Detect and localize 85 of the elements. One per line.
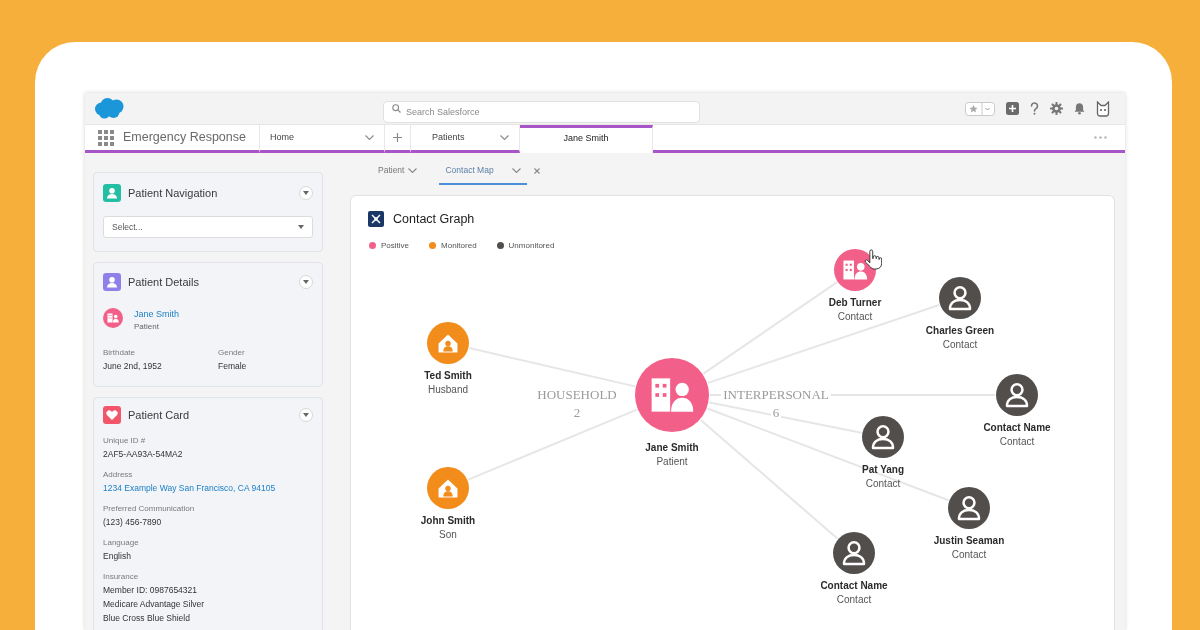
- person-icon[interactable]: [996, 374, 1038, 416]
- field-value: English: [103, 550, 132, 563]
- subtab[interactable]: Contact Map: [439, 158, 527, 185]
- caret-icon: [303, 191, 309, 195]
- person-icon[interactable]: [862, 416, 904, 458]
- field-label: Address: [103, 469, 134, 481]
- building-person-icon: [103, 308, 123, 328]
- field-label: Insurance: [103, 571, 140, 583]
- node-role: Contact: [942, 338, 978, 352]
- node-role: Contact: [865, 477, 901, 491]
- field-label: Language: [103, 537, 140, 549]
- caret-icon: [303, 280, 309, 284]
- field-label: Preferred Communication: [103, 503, 196, 515]
- house-icon[interactable]: [427, 467, 469, 509]
- card-title: Patient Navigation: [128, 185, 219, 201]
- node-name: Contact Name: [983, 421, 1051, 434]
- settings-icon[interactable]: [1050, 102, 1063, 115]
- building-person-icon[interactable]: [834, 249, 876, 291]
- chevron-down-icon: [511, 168, 521, 173]
- card-menu-button[interactable]: [299, 408, 313, 422]
- node-role: Contact: [951, 548, 987, 562]
- card-title: Patient Card: [128, 407, 191, 423]
- node-role: Contact: [999, 435, 1035, 449]
- legend-label: Positive: [381, 239, 409, 252]
- legend-label: Monitored: [441, 239, 477, 252]
- nav-tab[interactable]: Jane Smith: [520, 125, 653, 153]
- search-field[interactable]: Search Salesforce: [383, 100, 700, 123]
- field-label: Birthdate: [103, 347, 137, 359]
- address-link[interactable]: 1234 Example Way San Francisco, CA 94105: [103, 481, 313, 495]
- person-icon[interactable]: [948, 487, 990, 529]
- close-icon[interactable]: [533, 168, 540, 174]
- node-role: Contact: [837, 310, 873, 324]
- home-menu[interactable]: Home: [260, 125, 385, 153]
- record-type: Patient: [134, 321, 160, 333]
- card-menu-button[interactable]: [299, 186, 313, 200]
- field-value: 2AF5-AA93A-54MA2: [103, 448, 184, 461]
- network-icon: [368, 211, 384, 228]
- add-tab-button[interactable]: [385, 125, 411, 153]
- field-value: Medicare Advantage Silver: [103, 598, 206, 611]
- node-role: Son: [439, 528, 457, 542]
- node-name: Deb Turner: [828, 296, 882, 309]
- node-name: Contact Name: [820, 579, 888, 592]
- app-name: Emergency Response: [123, 129, 246, 147]
- node-name: Jane Smith: [645, 441, 699, 454]
- legend-label: Unmonitored: [508, 239, 555, 252]
- card-menu-button[interactable]: [299, 275, 313, 289]
- record-link[interactable]: Jane Smith: [134, 308, 180, 320]
- field-value: (123) 456-7890: [103, 516, 163, 529]
- field-label: Unique ID #: [103, 435, 147, 447]
- caret-icon: [298, 225, 304, 229]
- cloud-logo: [94, 98, 125, 119]
- building-person-icon[interactable]: [635, 358, 709, 432]
- person-icon: [103, 184, 121, 202]
- help-icon[interactable]: [1030, 102, 1039, 115]
- node-name: Ted Smith: [424, 369, 472, 382]
- node-role: Patient: [656, 455, 688, 469]
- bell-icon[interactable]: [1074, 102, 1085, 115]
- field-value: Member ID: 0987654321: [103, 584, 199, 597]
- field-label: Gender: [218, 347, 246, 359]
- node-role: Husband: [428, 383, 468, 397]
- person-icon: [103, 273, 121, 291]
- select-dropdown[interactable]: Select...: [103, 216, 313, 238]
- plus-icon: [393, 133, 402, 142]
- field-value: Blue Cross Blue Shield: [103, 612, 191, 625]
- field-value: June 2nd, 1952: [103, 360, 163, 373]
- node-name: John Smith: [420, 514, 476, 527]
- graph-title: Contact Graph: [393, 211, 475, 228]
- search-icon: [392, 104, 401, 113]
- node-name: Charles Green: [925, 324, 995, 337]
- node-role: Contact: [836, 593, 872, 607]
- star-dropdown-icon[interactable]: [965, 101, 995, 116]
- field-value: Female: [218, 360, 248, 373]
- person-icon[interactable]: [939, 277, 981, 319]
- house-icon[interactable]: [427, 322, 469, 364]
- node-name: Justin Seaman: [933, 534, 1005, 547]
- caret-icon: [303, 413, 309, 417]
- grid-icon[interactable]: [98, 129, 114, 146]
- chevron-down-icon: [408, 168, 418, 173]
- node-name: Pat Yang: [861, 463, 905, 476]
- chevron-down-icon: [365, 135, 374, 140]
- card-title: Patient Details: [128, 274, 200, 290]
- person-icon[interactable]: [833, 532, 875, 574]
- cat-face-icon[interactable]: [1096, 100, 1110, 117]
- subtab[interactable]: Patient: [378, 158, 418, 185]
- plus-icon[interactable]: [1006, 102, 1019, 115]
